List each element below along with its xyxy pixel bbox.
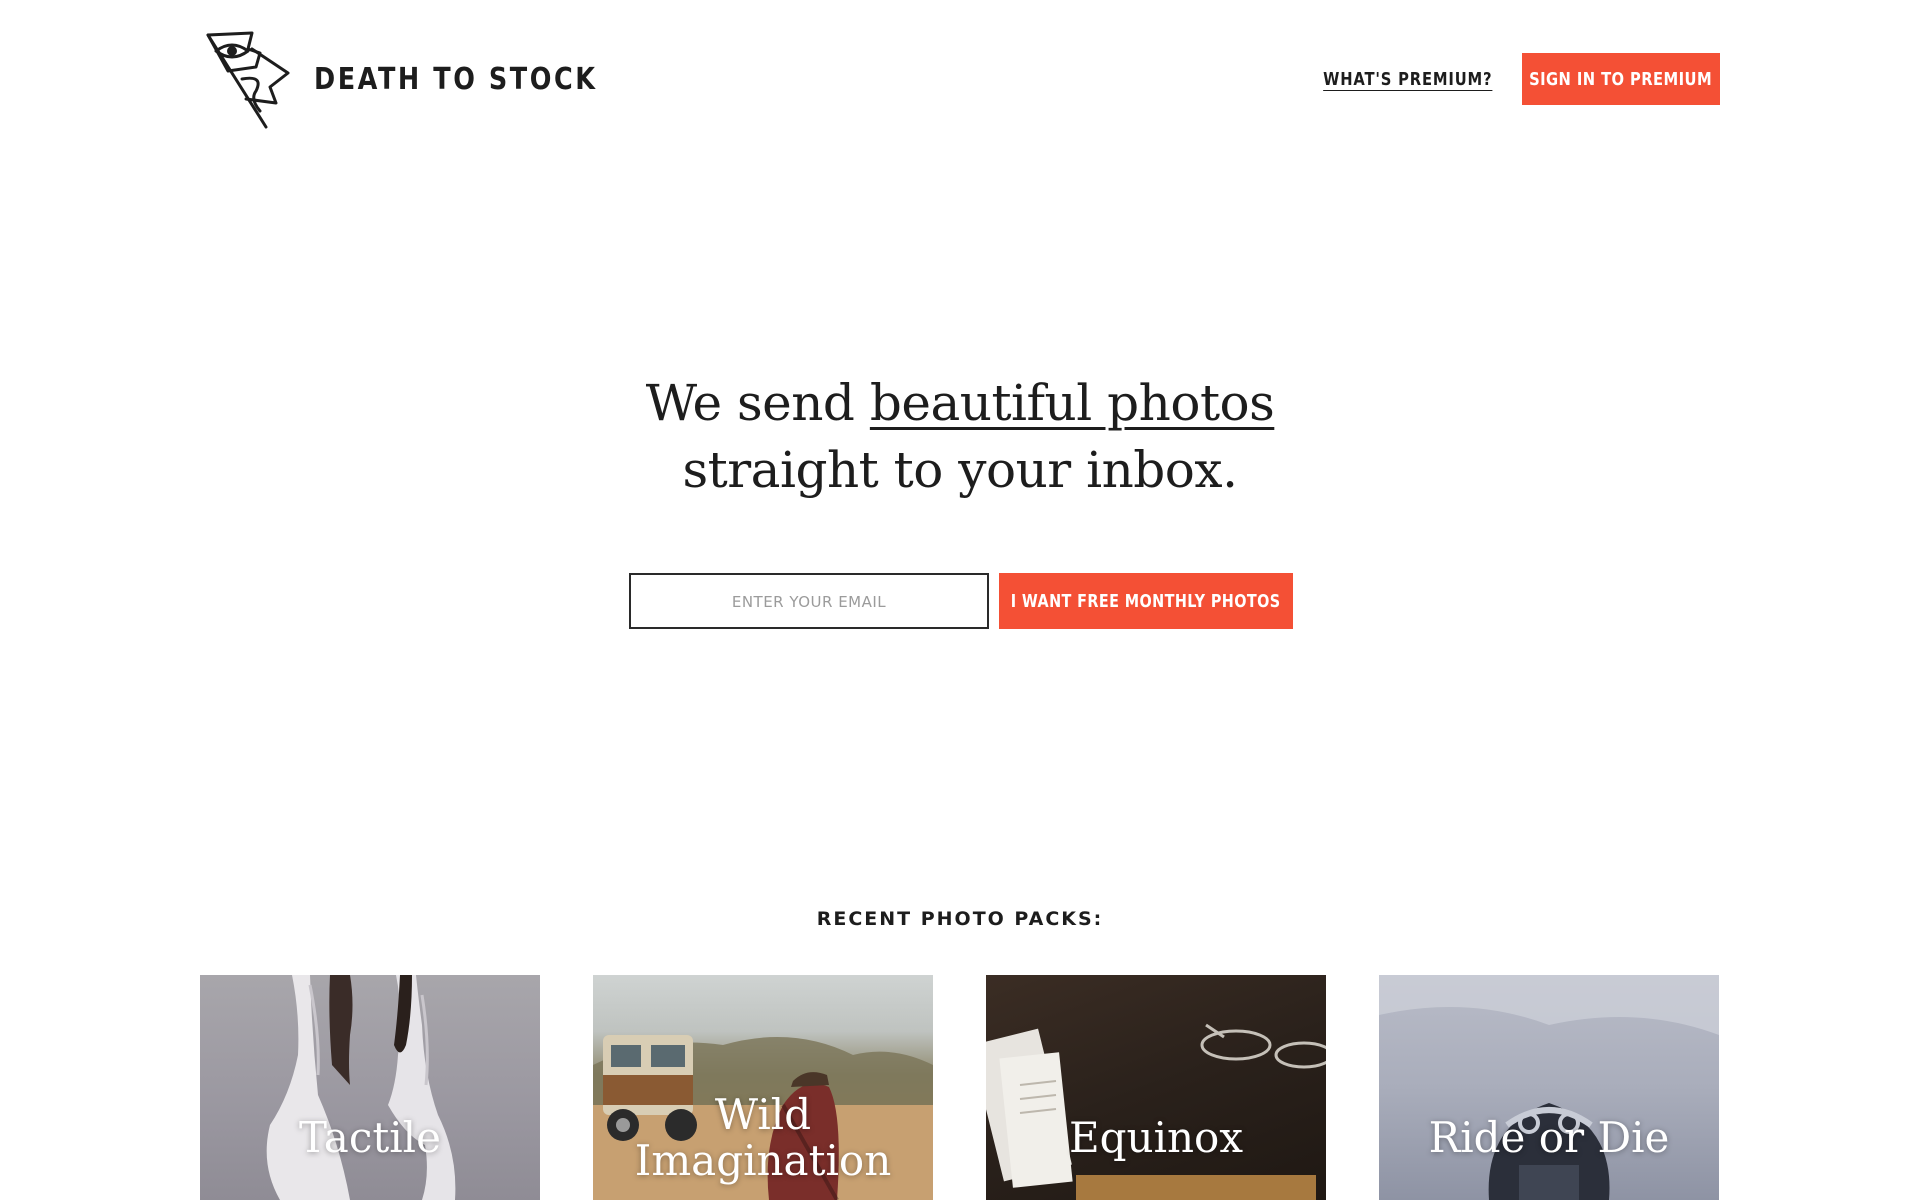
helmet-illustration-icon [1379, 975, 1719, 1200]
sign-in-premium-label: SIGN IN TO PREMIUM [1529, 68, 1713, 90]
pack-title-wild-imagination: Wild Imagination [634, 1090, 892, 1185]
photo-pack-grid: Tactile Wild Imagination Equinox Ride or… [200, 975, 1720, 1200]
pack-image-ride-or-die [1379, 975, 1719, 1200]
pack-title-tactile: Tactile [299, 1113, 441, 1162]
hero-title: We send beautiful photos straight to you… [0, 370, 1920, 504]
site-header: DEATH TO STOCK WHAT'S PREMIUM? SIGN IN T… [200, 24, 1720, 134]
sign-in-premium-button[interactable]: SIGN IN TO PREMIUM [1522, 53, 1720, 105]
hero: We send beautiful photos straight to you… [0, 370, 1920, 504]
pack-image-tactile [200, 975, 540, 1200]
desk-flatlay-illustration-icon [986, 1023, 1326, 1200]
hands-illustration-icon [266, 975, 456, 1200]
photo-pack-wild-imagination[interactable]: Wild Imagination [593, 975, 933, 1200]
recent-packs-heading: RECENT PHOTO PACKS: [816, 908, 1104, 930]
photo-pack-ride-or-die[interactable]: Ride or Die [1379, 975, 1719, 1200]
free-photos-button[interactable]: I WANT FREE MONTHLY PHOTOS [999, 573, 1293, 629]
pack-title-ride-or-die: Ride or Die [1428, 1113, 1670, 1162]
free-photos-label: I WANT FREE MONTHLY PHOTOS [1011, 590, 1281, 612]
email-input[interactable] [629, 573, 989, 629]
brand-home-link[interactable]: DEATH TO STOCK [200, 27, 648, 131]
top-nav: WHAT'S PREMIUM? SIGN IN TO PREMIUM [1286, 53, 1720, 105]
page: DEATH TO STOCK WHAT'S PREMIUM? SIGN IN T… [0, 0, 1920, 1200]
brand-name: DEATH TO STOCK [314, 61, 598, 97]
pack-title-equinox: Equinox [1068, 1113, 1244, 1162]
signup-form: I WANT FREE MONTHLY PHOTOS [629, 573, 1293, 629]
pack-image-equinox [986, 975, 1326, 1200]
hero-line1-prefix: We send [645, 374, 855, 432]
whats-premium-link[interactable]: WHAT'S PREMIUM? [1323, 69, 1492, 90]
hero-beautiful-photos-link[interactable]: beautiful photos [870, 374, 1275, 432]
eye-flag-logo-icon [206, 31, 290, 129]
hero-line2: straight to your inbox. [682, 441, 1238, 499]
photo-pack-tactile[interactable]: Tactile [200, 975, 540, 1200]
photo-pack-equinox[interactable]: Equinox [986, 975, 1326, 1200]
